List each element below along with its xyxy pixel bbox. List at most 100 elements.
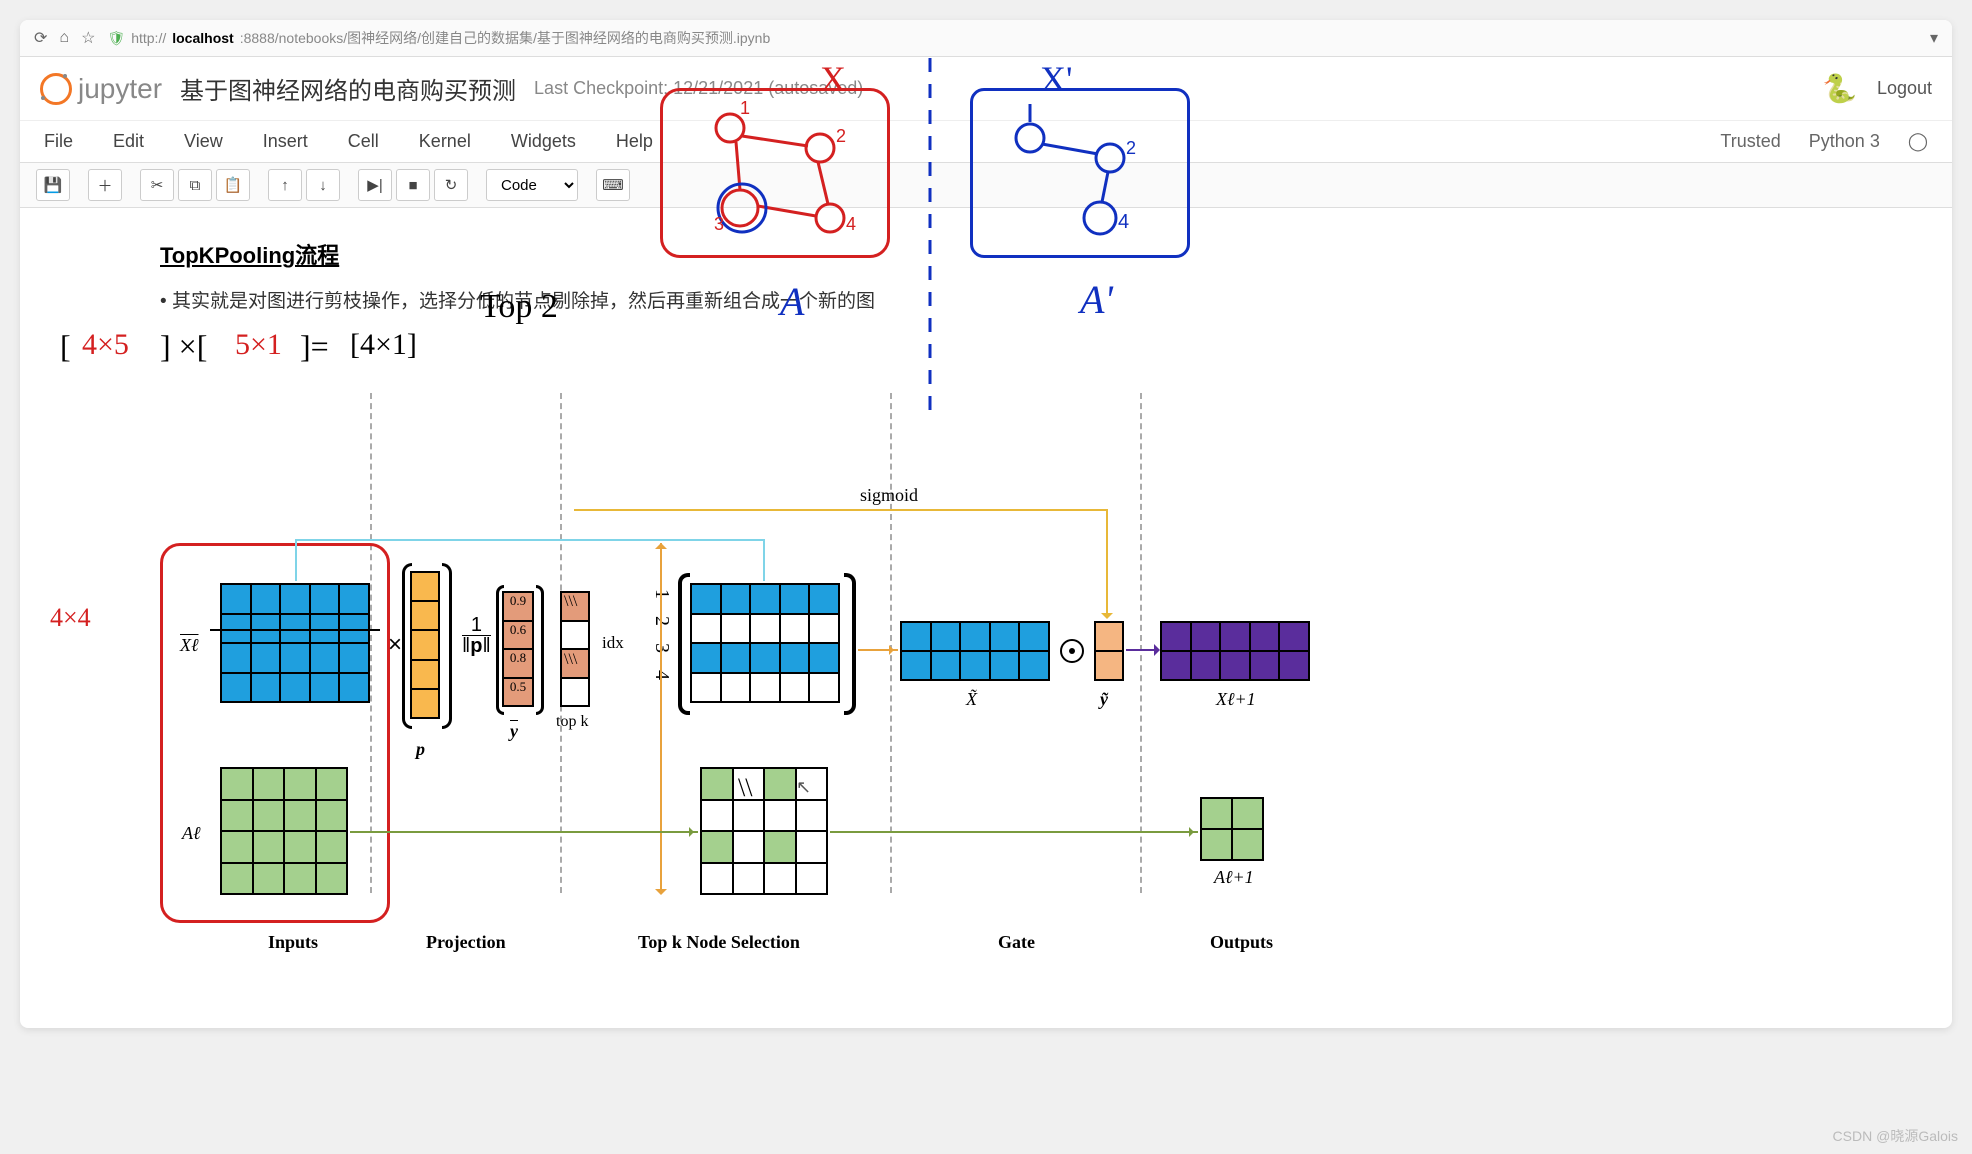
annot-graph-blue: 2 4 [980,98,1180,253]
menu-chevron-icon[interactable]: ▾ [1930,28,1938,48]
cut-button[interactable]: ✂ [140,169,174,201]
svg-text:1: 1 [740,98,750,118]
p-bracket-l [402,563,412,729]
label-sigmoid: sigmoid [860,485,918,506]
paste-button[interactable]: 📋 [216,169,250,201]
section-gate: Gate [998,932,1035,953]
annot-bracket-l: [ [60,328,71,365]
cyan-v1 [295,539,297,581]
xl-midline [210,629,380,631]
svg-text:3: 3 [714,214,724,234]
cell-type-select[interactable]: Code [486,169,578,201]
matrix-xtilde [900,621,1050,681]
cyan-v2 [763,539,765,581]
add-cell-button[interactable]: ＋ [88,169,122,201]
save-button[interactable]: 💾 [36,169,70,201]
url-bar[interactable]: 🛡 http:// localhost :8888/notebooks/图神经网络/… [107,28,1918,48]
label-ytilde: ỹ [1100,689,1108,710]
section-projection: Projection [426,932,506,953]
divider-1 [370,393,372,893]
label-al1: Aℓ+1 [1214,867,1254,888]
watermark: CSDN @晓源Galois [1833,1126,1958,1146]
label-norm: 1 ‖p‖ [462,615,491,656]
menu-view[interactable]: View [184,131,223,152]
matrix-x-selected [690,583,840,703]
python-logo-icon: 🐍 [1822,72,1857,105]
menu-widgets[interactable]: Widgets [511,131,576,152]
logout-link[interactable]: Logout [1877,78,1932,99]
label-xl: Xℓ [180,635,199,656]
menu-edit[interactable]: Edit [113,131,144,152]
xsel-bracket-r [844,573,856,715]
arrow-xsel [858,649,898,651]
label-al: Aℓ [182,823,201,844]
cell-bullet: • 其实就是对图进行剪枝操作，选择分低的节点剔除掉，然后再重新组合成一个新的图 [160,286,1872,313]
sigmoid-arrow-h [574,509,1108,511]
cursor-icon: ↖ [796,777,811,798]
label-y: y [510,721,518,742]
sigmoid-arrow-v [1106,509,1108,617]
url-prefix: http:// [131,30,166,46]
vector-p [410,571,440,719]
copy-button[interactable]: ⧉ [178,169,212,201]
matrix-xl1 [1160,621,1310,681]
menu-kernel[interactable]: Kernel [419,131,471,152]
jupyter-logo[interactable]: jupyter [40,73,162,105]
divider-4 [1140,393,1142,893]
idx-arrow-v [660,543,662,893]
section-outputs: Outputs [1210,932,1273,953]
svg-text:2: 2 [1126,138,1136,158]
label-idx: idx [602,633,624,653]
reload-icon[interactable]: ⟳ [34,28,47,48]
matrix-al1 [1200,797,1264,861]
vector-topk [560,591,590,707]
kernel-name[interactable]: Python 3 [1809,131,1880,152]
arrow-a2 [830,831,1198,833]
section-topk: Top k Node Selection [638,932,800,953]
url-host: localhost [172,30,233,46]
purple-arrowhead [1154,644,1166,656]
jupyter-text: jupyter [78,73,162,105]
browser-nav-bar: ⟳ ⌂ ☆ 🛡 http:// localhost :8888/notebooks/… [20,20,1952,57]
p-bracket-r [442,563,452,729]
y-bracket-l [496,585,504,715]
menu-cell[interactable]: Cell [348,131,379,152]
annot-blue-dash [920,58,940,418]
star-icon[interactable]: ☆ [81,28,95,48]
sigmoid-arrowhead [1101,613,1113,625]
svg-text:2: 2 [836,126,846,146]
menu-insert[interactable]: Insert [263,131,308,152]
notebook-content: TopKPooling流程 • 其实就是对图进行剪枝操作，选择分低的节点剔除掉，… [20,208,1952,1028]
vector-ytilde [1094,621,1124,681]
move-down-button[interactable]: ↓ [306,169,340,201]
xsel-bracket-l [678,573,690,715]
matrix-al [220,767,348,895]
label-xl1: Xℓ+1 [1216,689,1256,710]
stop-button[interactable]: ■ [396,169,430,201]
label-topk: top k [556,713,588,731]
menu-help[interactable]: Help [616,131,653,152]
section-inputs: Inputs [268,932,318,953]
menu-file[interactable]: File [44,131,73,152]
odot-icon [1060,639,1084,663]
annot-4x5: 4×5 [82,328,129,362]
cyan-h [295,539,765,541]
url-path: :8888/notebooks/图神经网络/创建自己的数据集/基于图神经网络的电… [240,28,771,48]
annot-graph-red: 1 2 3 4 [670,98,880,253]
restart-button[interactable]: ↻ [434,169,468,201]
divider-3 [890,393,892,893]
command-palette-button[interactable]: ⌨ [596,169,630,201]
arrow-a1 [350,831,698,833]
label-xtilde: X̃ [966,689,977,710]
label-p: p [416,739,425,760]
checkpoint-text: Last Checkpoint: 12/21/2021 (autosaved) [534,78,863,99]
idx-arrow-dn [655,889,667,901]
vector-y: 0.9 0.6 0.8 0.5 [502,591,534,707]
home-icon[interactable]: ⌂ [59,29,69,47]
shield-icon: 🛡 [107,30,125,47]
trusted-indicator[interactable]: Trusted [1720,131,1780,152]
notebook-title[interactable]: 基于图神经网络的电商购买预测 [180,71,516,106]
move-up-button[interactable]: ↑ [268,169,302,201]
run-button[interactable]: ▶| [358,169,392,201]
y-bracket-r [536,585,544,715]
